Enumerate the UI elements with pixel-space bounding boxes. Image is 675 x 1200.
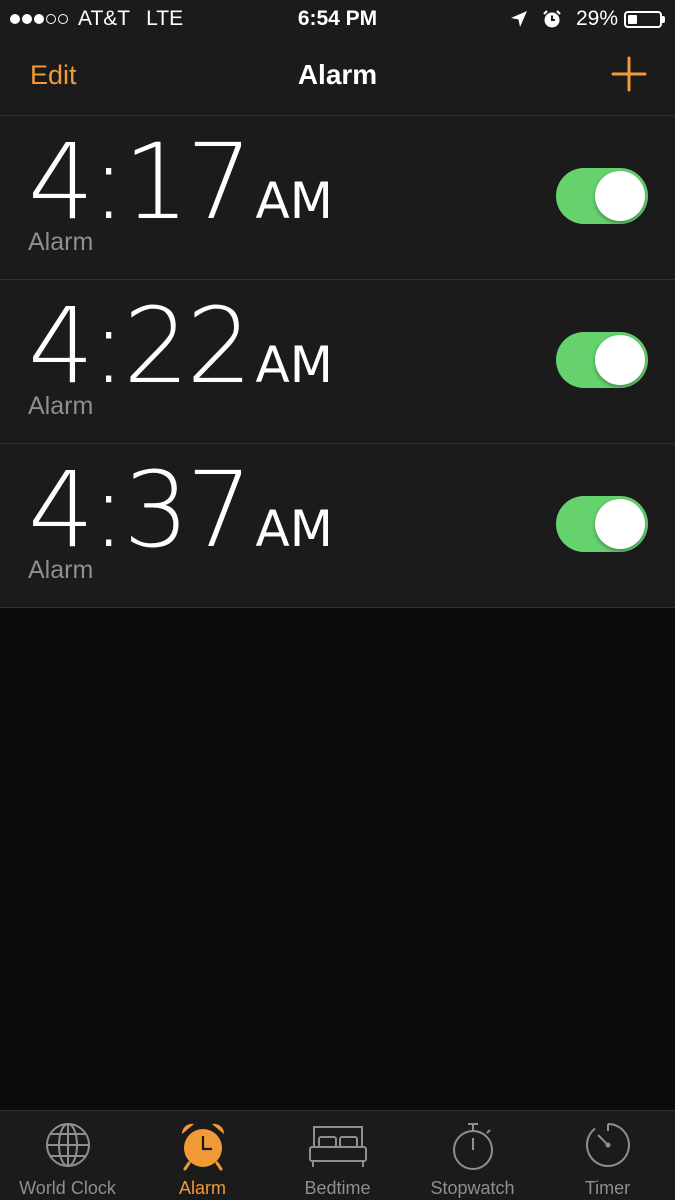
alarm-toggle[interactable]	[556, 496, 648, 552]
alarm-time-value: 4:37	[28, 449, 253, 571]
battery-body	[624, 10, 662, 28]
tab-alarm[interactable]: Alarm	[135, 1111, 270, 1200]
alarm-clock-icon	[181, 1123, 224, 1171]
alarm-time: 4:17 AM	[28, 130, 333, 234]
alarm-time: 4:37 AM	[28, 458, 333, 562]
signal-dot	[46, 14, 56, 24]
page-title: Alarm	[297, 59, 378, 90]
alarm-time-value: 4:17	[28, 121, 253, 243]
battery-cap	[662, 15, 665, 23]
tab-label: Alarm	[178, 1178, 226, 1198]
tab-label: Bedtime	[304, 1178, 371, 1198]
status-bar: AT&T LTE 6:54 PM 29%	[0, 0, 675, 38]
battery-fill	[628, 14, 637, 24]
tab-stopwatch[interactable]: Stopwatch	[405, 1111, 540, 1200]
tab-world-clock[interactable]: World Clock	[0, 1111, 135, 1200]
signal-dot	[58, 14, 68, 24]
battery-percent: 29%	[575, 7, 618, 30]
signal-dot	[34, 14, 44, 24]
edit-button[interactable]: Edit	[30, 60, 77, 91]
alarm-ampm: AM	[255, 172, 333, 230]
alarm-label: Alarm	[28, 392, 94, 420]
alarm-label: Alarm	[28, 556, 94, 584]
tab-timer[interactable]: Timer	[540, 1111, 675, 1200]
tab-label: Stopwatch	[430, 1178, 515, 1198]
alarm-ampm: AM	[255, 336, 333, 394]
toggle-knob	[595, 171, 645, 221]
toggle-knob	[595, 499, 645, 549]
alarm-toggle[interactable]	[556, 168, 648, 224]
navigation-bar: Edit Alarm	[0, 38, 675, 116]
alarm-row[interactable]: 4:22 AM Alarm	[0, 280, 675, 444]
alarm-time-value: 4:22	[28, 285, 253, 407]
globe-icon	[45, 1123, 90, 1167]
tab-label: World Clock	[19, 1178, 116, 1198]
alarm-label: Alarm	[28, 228, 94, 256]
screen: AT&T LTE 6:54 PM 29% Edit Alarm 4:17 AM …	[0, 0, 675, 1200]
network-type: LTE	[146, 7, 184, 30]
alarm-time: 4:22 AM	[28, 294, 333, 398]
add-alarm-button[interactable]	[611, 56, 647, 97]
signal-strength-icon	[10, 14, 70, 24]
timer-icon	[585, 1123, 630, 1167]
stopwatch-icon	[452, 1123, 493, 1170]
status-right: 29%	[510, 7, 665, 31]
signal-dot	[10, 14, 20, 24]
alarm-ampm: AM	[255, 500, 333, 558]
plus-icon	[611, 56, 647, 92]
alarm-row[interactable]: 4:37 AM Alarm	[0, 444, 675, 608]
tab-label: Timer	[584, 1178, 631, 1198]
carrier-name: AT&T	[78, 7, 131, 30]
battery-icon	[624, 10, 665, 28]
location-arrow-icon	[510, 11, 527, 27]
alarm-toggle[interactable]	[556, 332, 648, 388]
alarm-list: 4:17 AM Alarm 4:22 AM Alarm 4:37 AM Alar…	[0, 116, 675, 608]
signal-dot	[22, 14, 32, 24]
status-left: AT&T LTE	[10, 7, 183, 31]
alarm-status-icon	[543, 10, 561, 28]
tab-bar: World Clock Alarm Bedtime Stopwatch Time…	[0, 1110, 675, 1200]
tab-bedtime[interactable]: Bedtime	[270, 1111, 405, 1200]
alarm-row[interactable]: 4:17 AM Alarm	[0, 116, 675, 280]
toggle-knob	[595, 335, 645, 385]
bed-icon	[308, 1126, 367, 1167]
